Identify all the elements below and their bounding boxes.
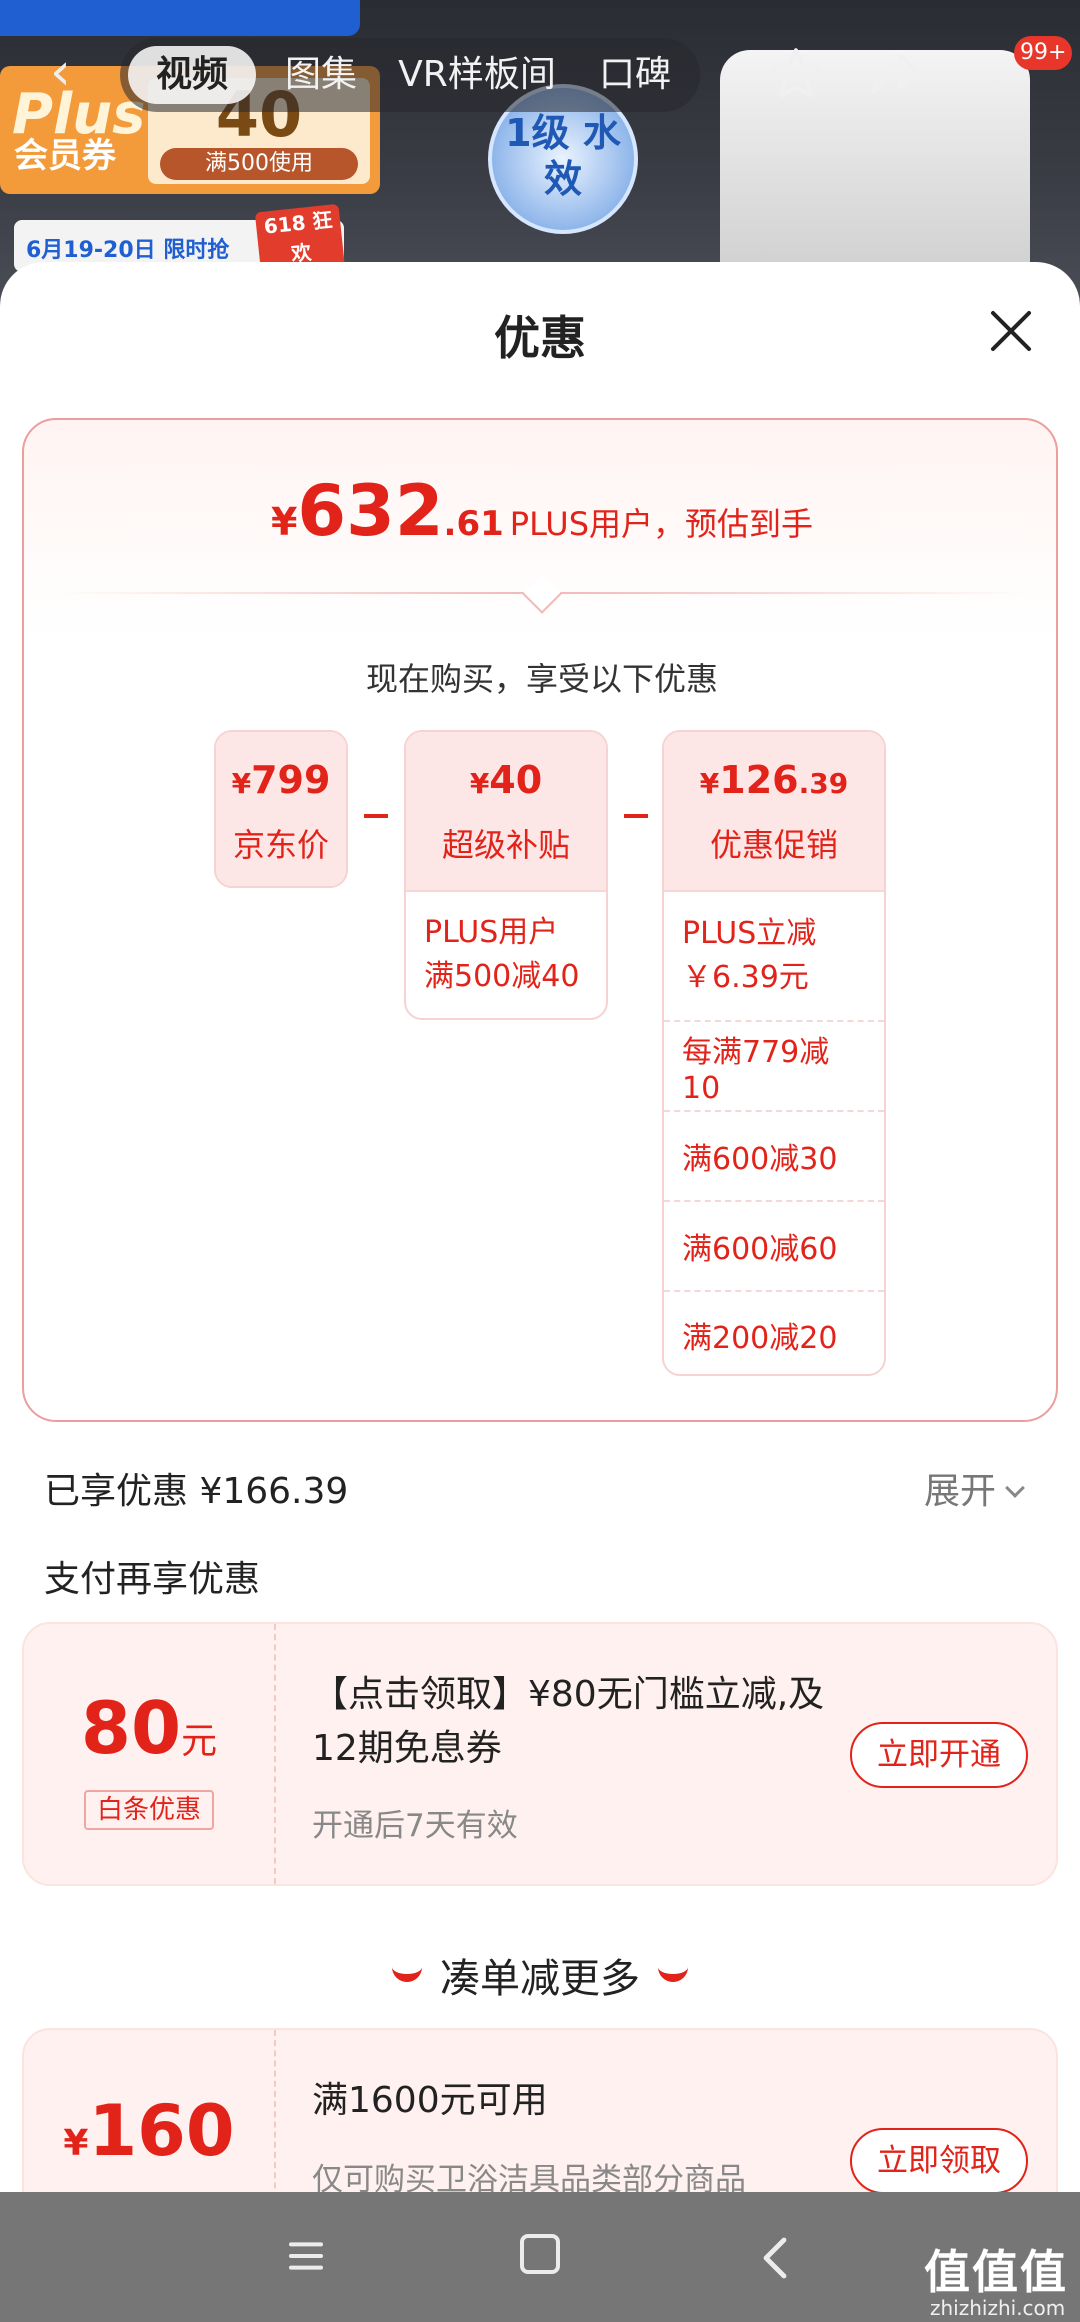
- category-coupon-card[interactable]: ¥160 满1600元可用 仅可购买卫浴洁具品类部分商品 立即领取: [22, 2028, 1058, 2192]
- price-note: PLUS用户，预估到手: [509, 505, 814, 543]
- back-nav-icon[interactable]: [756, 2234, 796, 2282]
- payment-discount-title: 支付再享优惠: [44, 1559, 261, 1600]
- coupon-divider: [274, 2030, 276, 2192]
- enjoyed-discount-total: 已享优惠 ¥166.39: [44, 1471, 349, 1512]
- watermark-url: zhizhizhi.com: [930, 2296, 1066, 2320]
- coupon-validity: 开通后7天有效: [312, 1808, 518, 1844]
- more-deals-title: 凑单减更多: [0, 1946, 1080, 2004]
- promotion-item: PLUS立减 ￥6.39元: [664, 890, 884, 1020]
- plus-member-label: 会员券: [14, 136, 116, 176]
- water-efficiency-text: 1级 水效: [505, 111, 621, 201]
- coupon-amount: ¥160: [63, 2090, 235, 2172]
- chevron-down-icon: [1005, 1478, 1025, 1498]
- promotion-column: ¥126.39 优惠促销 PLUS立减 ￥6.39元 每满779减10 满600…: [662, 730, 886, 1376]
- activate-button[interactable]: 立即开通: [850, 1722, 1028, 1788]
- coupon-divider: [274, 1624, 276, 1884]
- minus-sign: [364, 814, 388, 818]
- price-summary-card: ¥632.61 PLUS用户，预估到手 现在购买，享受以下优惠 ¥799 京东价 …: [22, 418, 1058, 1422]
- price-decimal: .61: [443, 504, 504, 544]
- subsidy-amount: ¥40: [469, 758, 543, 802]
- jd-price-column: ¥799 京东价: [214, 730, 348, 888]
- home-icon[interactable]: [520, 2234, 560, 2274]
- expand-toggle[interactable]: 展开: [924, 1462, 1025, 1514]
- more-options-icon[interactable]: ···: [962, 62, 1006, 108]
- tab-gallery[interactable]: 图集: [266, 46, 376, 104]
- promotion-amount: ¥126.39: [699, 758, 849, 802]
- plus-condition: 满500使用: [160, 148, 358, 180]
- favorite-star-icon[interactable]: [766, 44, 826, 104]
- baitiao-coupon-card[interactable]: 80元 白条优惠 【点击领取】¥80无门槛立减,及12期免息券 开通后7天有效 …: [22, 1622, 1058, 1886]
- expand-label: 展开: [924, 1471, 997, 1512]
- recent-apps-icon[interactable]: [286, 2236, 326, 2276]
- close-icon[interactable]: [984, 304, 1038, 358]
- sheet-title: 优惠: [494, 311, 586, 365]
- discount-sheet: 优惠 ¥632.61 PLUS用户，预估到手 现在购买，享受以下优惠 ¥799 京…: [0, 262, 1080, 2192]
- coupon-amount: 80元: [80, 1686, 218, 1770]
- promotion-item: 满600减30: [664, 1110, 884, 1200]
- subsidy-column: ¥40 超级补贴 PLUS用户 满500减40: [404, 730, 608, 1020]
- price-integer: 632: [297, 470, 444, 552]
- smile-icon: [392, 1966, 422, 1982]
- tab-video[interactable]: 视频: [128, 46, 256, 104]
- subsidy-label: 超级补贴: [441, 826, 570, 864]
- coupon-condition: 满1600元可用: [312, 2080, 548, 2121]
- minus-sign: [624, 814, 648, 818]
- jd-price-label: 京东价: [232, 826, 329, 864]
- jd-price-head: ¥799 京东价: [216, 732, 346, 886]
- subsidy-item: PLUS用户 满500减40: [406, 890, 606, 1018]
- coupon-description: 【点击领取】¥80无门槛立减,及12期免息券: [312, 1674, 825, 1769]
- coupon-scope: 仅可购买卫浴洁具品类部分商品: [312, 2162, 746, 2192]
- subsidy-head: ¥40 超级补贴: [406, 732, 606, 890]
- system-nav-bar: 值值值 zhizhizhi.com: [0, 2192, 1080, 2322]
- price-currency: ¥: [270, 500, 298, 544]
- notification-badge: 99+: [1014, 36, 1073, 70]
- promotion-head: ¥126.39 优惠促销: [664, 732, 884, 890]
- promotion-item: 满200减20: [664, 1290, 884, 1374]
- divider-notch: [522, 574, 562, 614]
- claim-button[interactable]: 立即领取: [850, 2128, 1028, 2192]
- jd-price-amount: ¥799: [231, 758, 331, 802]
- smile-icon: [658, 1966, 688, 1982]
- top-nav: ‹ 视频 图集 VR样板间 口碑 ··· 99+: [0, 30, 1080, 120]
- tab-vr-showroom[interactable]: VR样板间: [382, 46, 572, 104]
- promotion-label: 优惠促销: [709, 826, 838, 864]
- final-price: ¥632.61 PLUS用户，预估到手: [24, 470, 1060, 552]
- buy-now-caption: 现在购买，享受以下优惠: [365, 660, 718, 698]
- promotion-item: 每满779减10: [664, 1020, 884, 1110]
- share-icon[interactable]: [866, 44, 926, 104]
- promotion-item: 满600减60: [664, 1200, 884, 1290]
- tab-reviews[interactable]: 口碑: [580, 46, 690, 104]
- coupon-tag: 白条优惠: [84, 1790, 214, 1830]
- watermark-logo: 值值值: [924, 2245, 1068, 2299]
- media-tabs: 视频 图集 VR样板间 口碑: [120, 38, 700, 112]
- back-icon[interactable]: ‹: [50, 46, 90, 98]
